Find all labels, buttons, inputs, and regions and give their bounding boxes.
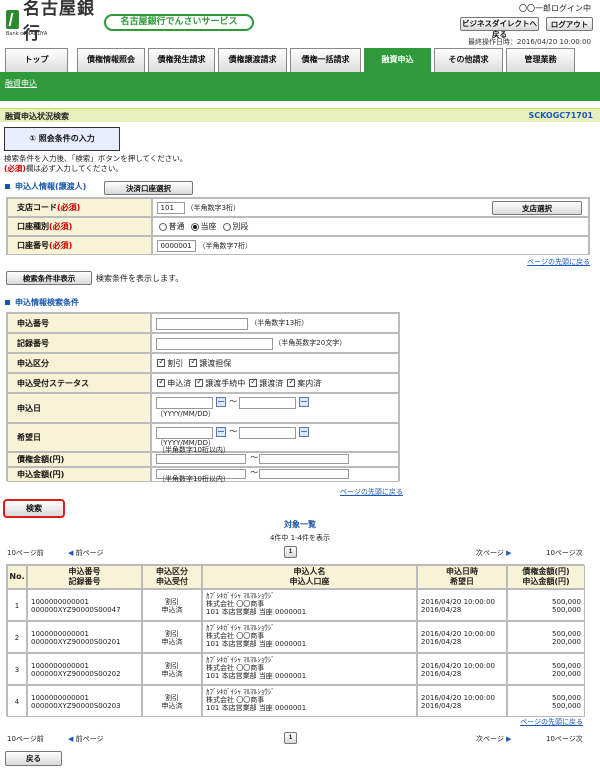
tab-other-request[interactable]: その他請求 xyxy=(434,48,503,72)
next-arrow-icon: ▶ xyxy=(506,549,512,557)
next-arrow-icon: ▶ xyxy=(506,735,512,743)
user-status: 〇〇一郎ログイン中 xyxy=(519,4,591,13)
search-button[interactable]: 検索 xyxy=(3,499,65,518)
account-type-current-radio[interactable] xyxy=(190,222,199,231)
table-row[interactable]: 3 1000000000001 000000XYZ90000S00202 割引 申込… xyxy=(7,653,585,685)
instructions: 検索条件を入力後、「検索」ボタンを押してください。 (必須)欄は必ず入力してくださ… xyxy=(4,154,188,173)
next-10-pages[interactable]: 10ページ次 xyxy=(546,548,583,558)
account-number-input[interactable]: 0000001 xyxy=(156,240,196,252)
claim-amount-from-input[interactable] xyxy=(156,454,247,464)
prev-10-pages[interactable]: 10ページ前 xyxy=(7,548,44,558)
desired-date-from-input[interactable] xyxy=(156,427,214,439)
table-row[interactable]: 4 1000000000001 000000XYZ90000S00203 割引 申込… xyxy=(7,685,585,717)
tab-claim-transfer[interactable]: 債権譲渡請求 xyxy=(218,48,287,72)
table-row[interactable]: 1 1000000000001 000000XYZ90000S00047 割引 申込… xyxy=(7,589,585,621)
tab-claim-issue[interactable]: 債権発生請求 xyxy=(148,48,215,72)
application-number-input[interactable] xyxy=(156,318,249,330)
return-button[interactable]: ビジネスダイレクトへ戻る xyxy=(460,17,539,39)
prev-10-pages-bottom[interactable]: 10ページ前 xyxy=(7,734,44,744)
discount-checkbox[interactable] xyxy=(157,357,166,367)
tab-claim-inquiry[interactable]: 債権情報照会 xyxy=(77,48,145,72)
conditions-table: 申込番号（半角数字13桁） 記録番号（半角英数字20文字） 申込区分割引譲渡担保… xyxy=(6,312,400,482)
next-page[interactable]: 次ページ ▶ xyxy=(476,548,512,558)
tab-top[interactable]: トップ xyxy=(5,48,68,72)
tab-loan-application[interactable]: 融資申込 xyxy=(364,48,431,73)
page-number-button-bottom[interactable]: 1 xyxy=(284,732,297,744)
sub-navigation: 融資申込 xyxy=(0,72,600,101)
results-back-to-top-link[interactable]: ページの先頭に戻る xyxy=(520,717,583,727)
bank-logo-subtitle: Bank of NAGOYA xyxy=(6,31,48,37)
status-applied-checkbox[interactable] xyxy=(157,377,166,387)
next-page-bottom[interactable]: 次ページ ▶ xyxy=(476,734,512,744)
previous-arrow-icon: ◀ xyxy=(68,549,74,557)
claim-amount-hint: （半角数字10桁以内） xyxy=(158,446,230,454)
settlement-account-select-button[interactable]: 決済口座選択 xyxy=(104,181,193,195)
status-transferred-checkbox[interactable] xyxy=(249,377,258,387)
bank-logo: 名古屋銀行 xyxy=(6,0,96,44)
step-indicator: ① 照会条件の入力 xyxy=(4,127,120,151)
search-toggle-text: 検索条件を表示します。 xyxy=(96,274,184,283)
collateral-checkbox[interactable] xyxy=(189,357,198,367)
back-to-top-link[interactable]: ページの先頭に戻る xyxy=(527,257,590,267)
apply-amount-to-input[interactable] xyxy=(259,469,350,479)
page-title-bar: 融資申込状況検索 SCKOGC71701 xyxy=(0,108,600,122)
next-10-pages-bottom[interactable]: 10ページ次 xyxy=(546,734,583,744)
table-row[interactable]: 2 1000000000001 000000XYZ90000S00201 割引 申込… xyxy=(7,621,585,653)
page-number-button[interactable]: 1 xyxy=(284,546,297,558)
calendar-icon[interactable] xyxy=(299,397,310,407)
application-date-from-input[interactable] xyxy=(156,397,214,409)
conditions-section-title: 申込情報検索条件 xyxy=(5,297,79,308)
calendar-icon[interactable] xyxy=(216,427,227,437)
claim-amount-to-input[interactable] xyxy=(259,454,350,464)
applicant-table: 支店コード (必須) 101 （半角数字3桁） 支店選択 口座種別 (必須) 普通 当座… xyxy=(6,197,590,255)
application-date-to-input[interactable] xyxy=(239,397,297,409)
tab-bulk-request[interactable]: 債権一括請求 xyxy=(290,48,361,72)
subnav-loan-application[interactable]: 融資申込 xyxy=(5,78,37,89)
account-type-special-radio[interactable] xyxy=(222,222,231,231)
screen-code: SCKOGC71701 xyxy=(528,111,593,120)
logout-button[interactable]: ログアウト xyxy=(546,17,593,31)
account-type-normal-radio[interactable] xyxy=(158,222,167,231)
service-name: 名古屋銀行でんさいサービス xyxy=(104,14,254,31)
branch-code-input[interactable]: 101 xyxy=(156,202,185,214)
back-button[interactable]: 戻る xyxy=(5,751,62,766)
previous-arrow-icon: ◀ xyxy=(68,735,74,743)
bank-name: 名古屋銀行 xyxy=(22,0,95,44)
branch-select-button[interactable]: 支店選択 xyxy=(492,201,582,215)
calendar-icon[interactable] xyxy=(299,427,310,437)
calendar-icon[interactable] xyxy=(216,397,227,407)
page-title: 融資申込状況検索 xyxy=(5,112,69,121)
previous-page[interactable]: ◀ 前ページ xyxy=(68,548,104,558)
bank-logo-icon xyxy=(6,9,19,29)
conditions-back-to-top-link[interactable]: ページの先頭に戻る xyxy=(340,487,403,497)
record-number-input[interactable] xyxy=(156,338,274,350)
desired-date-to-input[interactable] xyxy=(239,427,297,439)
status-transfer-in-progress-checkbox[interactable] xyxy=(195,377,204,387)
hide-search-conditions-button[interactable]: 検索条件非表示 xyxy=(6,271,92,285)
applicant-section-title: 申込人情報(譲渡人) xyxy=(5,181,86,192)
results-count: 4件中 1-4件を表示 xyxy=(269,534,331,542)
tab-management[interactable]: 管理業務 xyxy=(506,48,575,72)
previous-page-bottom[interactable]: ◀ 前ページ xyxy=(68,734,104,744)
main-tabs: トップ 債権情報照会 債権発生請求 債権譲渡請求 債権一括請求 融資申込 その他… xyxy=(0,48,600,73)
last-operation: 最終操作日時：2016/04/20 10:00:00 xyxy=(467,38,591,46)
apply-amount-hint: （半角数字10桁以内） xyxy=(158,475,230,483)
results-table: No. 申込番号 記録番号 申込区分 申込受付 申込人名 申込人口座 申込日時 希望日 … xyxy=(6,564,585,717)
status-notified-checkbox[interactable] xyxy=(287,377,296,387)
results-title: 対象一覧 xyxy=(284,520,316,529)
